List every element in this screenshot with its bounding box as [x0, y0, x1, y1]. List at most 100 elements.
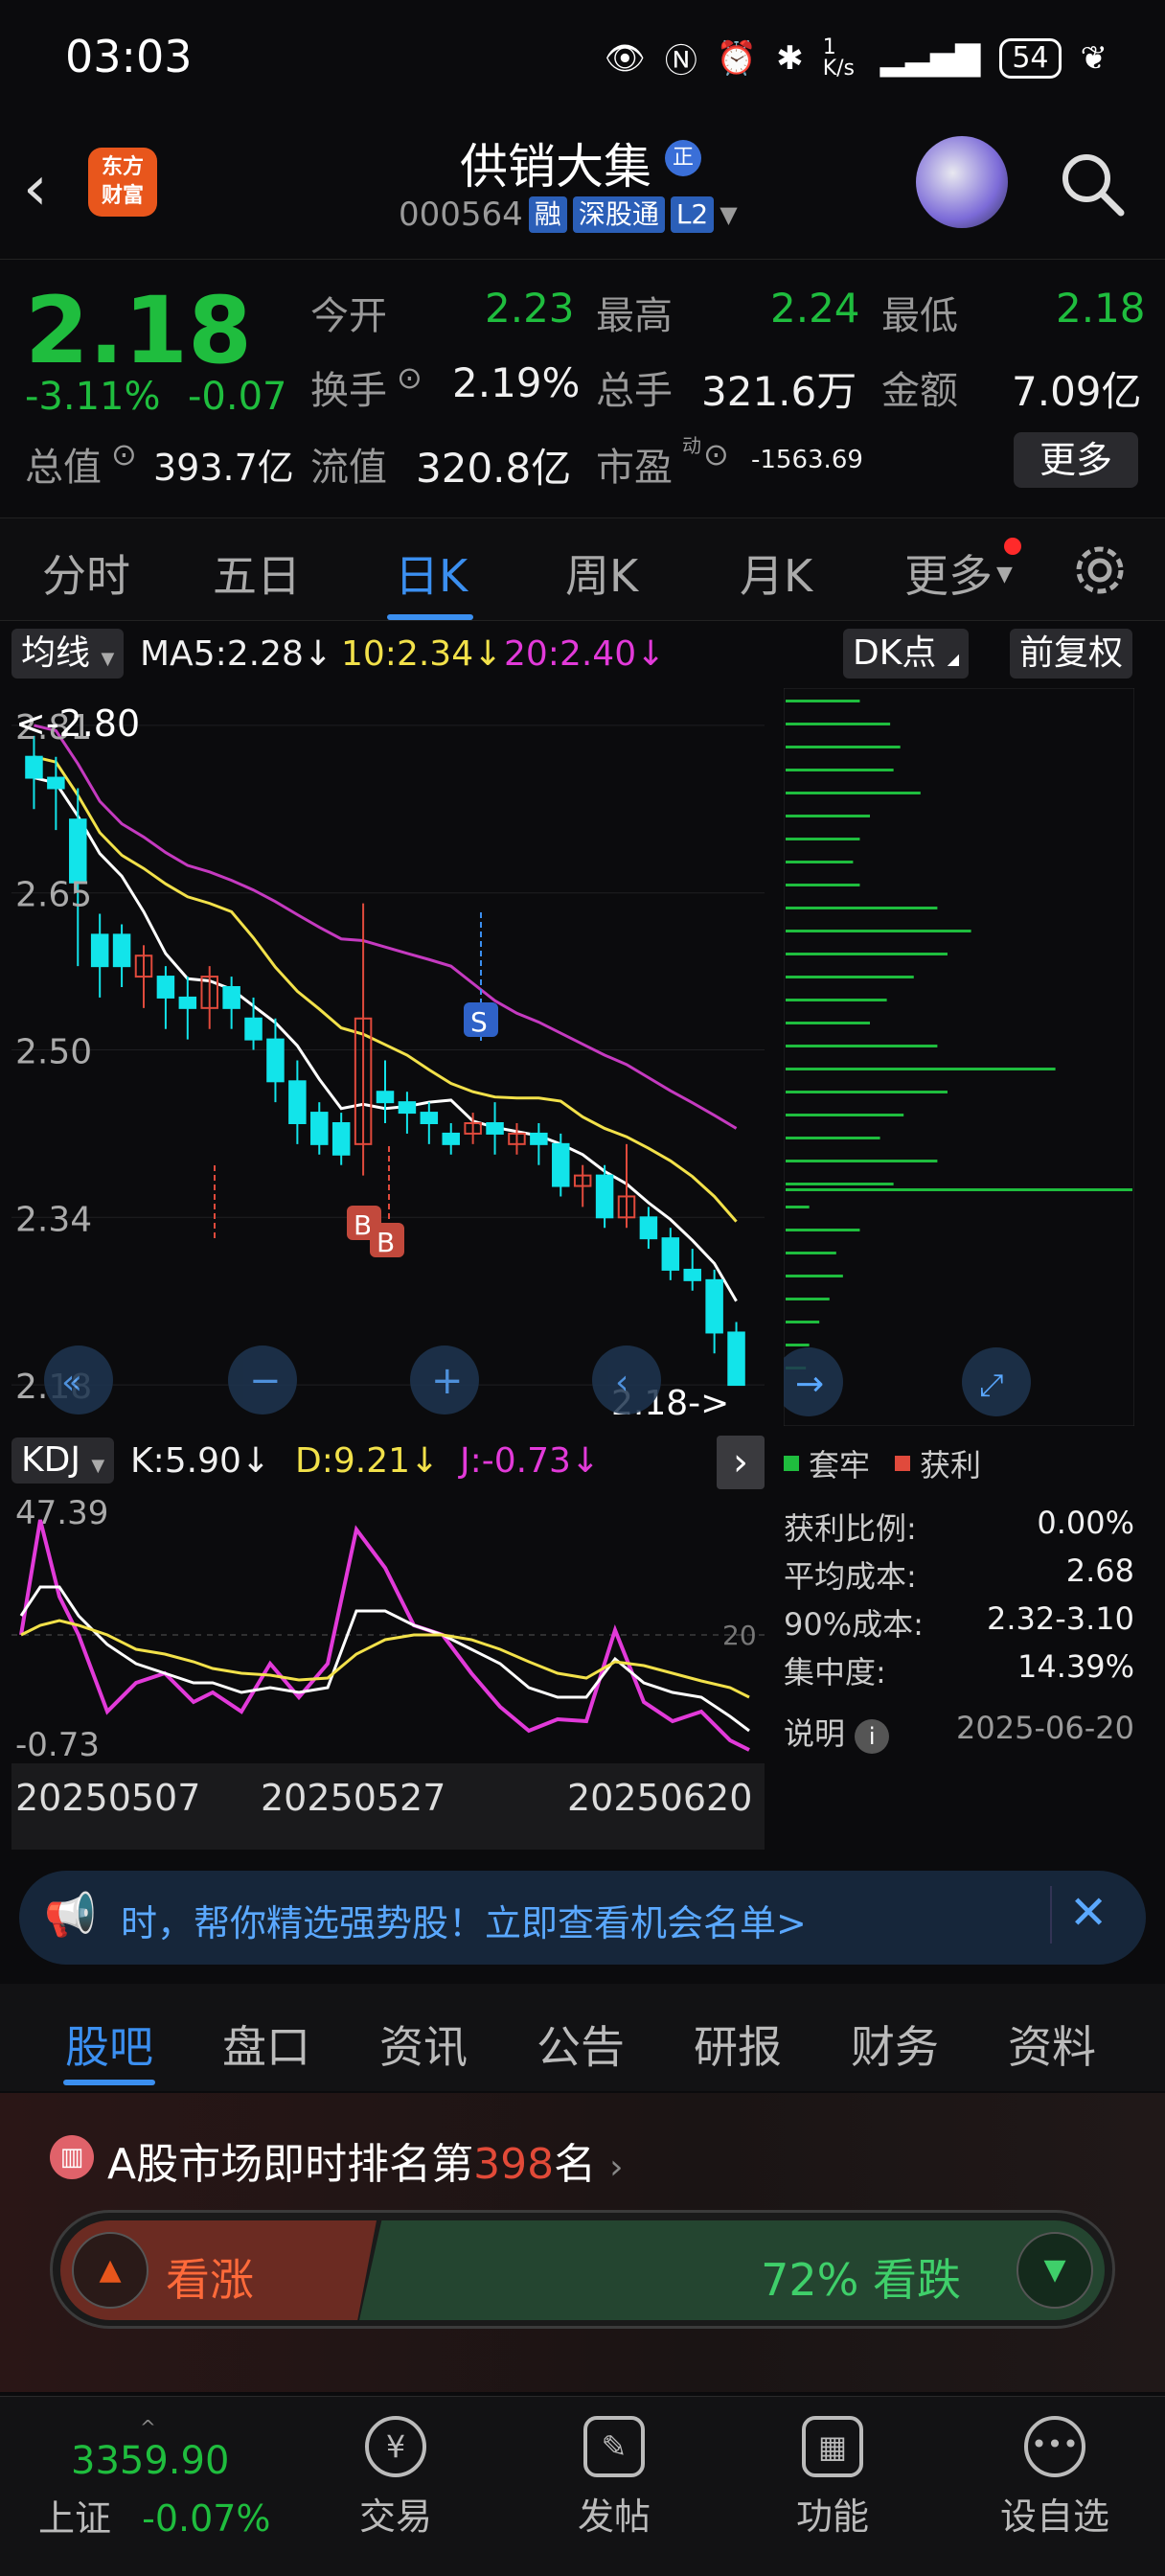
double-left-icon: «	[61, 1363, 82, 1402]
tab-forum[interactable]: 股吧	[65, 2012, 153, 2076]
kdj-j-value: J:-0.73↓	[460, 1441, 601, 1481]
chip-bar	[786, 1160, 938, 1162]
info-icon[interactable]: ⊙	[397, 359, 423, 396]
tab-finance[interactable]: 财务	[851, 2012, 939, 2076]
promo-banner[interactable]: 📢 时，帮你精选强势股！立即查看机会名单> ✕	[19, 1871, 1146, 1965]
dk-point-button[interactable]: DK点 ◢	[843, 629, 970, 678]
logo-line2: 财富	[101, 184, 144, 208]
vote-up-label: 看涨	[166, 2254, 254, 2306]
stat-row: 获利比例: 0.00%	[784, 1505, 1134, 1549]
tab-daily-k[interactable]: 日K	[395, 541, 468, 605]
chip-bar	[786, 792, 921, 794]
stat-value: 2.32-3.10	[986, 1600, 1134, 1637]
ma20-value: 20:2.40↓	[504, 634, 666, 674]
yuan-icon: ¥	[365, 2416, 426, 2477]
nav-functions[interactable]: ▦ 功能	[761, 2416, 904, 2540]
index-name: 上证	[38, 2497, 112, 2540]
nav-post[interactable]: ✎ 发帖	[542, 2416, 686, 2540]
open-value: 2.23	[485, 285, 575, 332]
tab-monthly-k[interactable]: 月K	[740, 541, 812, 605]
tab-orderbook[interactable]: 盘口	[222, 2012, 310, 2076]
index-ticker[interactable]: ^ 3359.90 上证 -0.07%	[38, 2416, 287, 2542]
max-price-label: <-2.80	[15, 702, 140, 745]
chip-bar	[786, 1091, 948, 1093]
tab-underline	[387, 614, 473, 620]
indicator-selector[interactable]: 均线 ▼	[11, 629, 125, 678]
chip-bar	[786, 1298, 830, 1300]
chevron-down-icon: ▼	[720, 201, 738, 228]
chevron-down-icon: ▼	[101, 649, 115, 669]
tab-5day[interactable]: 五日	[213, 541, 301, 605]
search-icon[interactable]	[1058, 150, 1127, 218]
low-value: 2.18	[1056, 285, 1146, 332]
edit-icon: ✎	[583, 2416, 645, 2477]
kdj-bar: KDJ ▼ K:5.90↓ D:9.21↓ J:-0.73↓ ›	[11, 1436, 765, 1489]
content-tabs: 股吧 盘口 资讯 公告 研报 财务 资料	[0, 1984, 1165, 2091]
nav-trade-label: 交易	[358, 2496, 432, 2538]
pe-value: -1563.69	[751, 446, 863, 474]
vote-down-button[interactable]: 72% 看跌 ▼	[359, 2220, 1105, 2320]
chip-distribution-chart[interactable]: → ⤢	[784, 688, 1134, 1426]
right-arrow-icon: →	[795, 1365, 824, 1404]
status-icons: 👁 Ⓝ ⏰ ✱ 1 K/s ▂▃▅▇ 54 ❦	[605, 34, 1108, 81]
status-bar: 03:03 👁 Ⓝ ⏰ ✱ 1 K/s ▂▃▅▇ 54 ❦	[0, 0, 1165, 115]
close-icon[interactable]: ✕	[1069, 1886, 1108, 1940]
robot-avatar-icon[interactable]	[916, 136, 1008, 228]
chip-bar	[786, 838, 860, 840]
stock-name: 供销大集	[460, 139, 651, 195]
tab-profile[interactable]: 资料	[1008, 2012, 1096, 2076]
mktcap-label: 总值	[25, 446, 102, 490]
settings-gear-icon[interactable]	[1071, 541, 1129, 599]
y-tick-label: 2.34	[15, 1200, 92, 1239]
turnover-value: 2.19%	[452, 359, 581, 406]
nav-watchlist[interactable]: ••• 设自选	[983, 2416, 1127, 2540]
amount-value: 7.09亿	[1012, 368, 1142, 415]
nav-post-label: 发帖	[577, 2496, 651, 2538]
vote-down-label: 72% 看跌	[761, 2254, 961, 2306]
kdj-selector[interactable]: KDJ ▼	[11, 1438, 115, 1484]
tab-intraday[interactable]: 分时	[42, 541, 130, 605]
tab-more-arrow-icon: ▼	[996, 563, 1013, 586]
more-button[interactable]: 更多	[1014, 432, 1138, 488]
back-arrow-icon[interactable]: ‹	[23, 153, 48, 224]
tag-l2: L2	[670, 196, 715, 233]
y-tick-label: 2.65	[15, 876, 92, 915]
chip-bar	[786, 930, 971, 932]
chip-bar	[786, 907, 938, 909]
low-label: 最低	[881, 294, 958, 338]
pe-sup: 动	[682, 434, 701, 457]
stock-code-row[interactable]: 000564 融 深股通 L2 ▼	[399, 196, 738, 234]
legend-hold-label: 套牢	[809, 1447, 871, 1484]
chevron-right-icon[interactable]: ›	[717, 1436, 765, 1489]
open-label: 今开	[310, 294, 387, 338]
chevron-left-icon: ‹	[615, 1363, 628, 1402]
chip-bar	[786, 861, 854, 863]
note-label: 说明	[784, 1715, 846, 1752]
market-rank[interactable]: A股市场即时排名第398名 ›	[107, 2129, 624, 2191]
chip-bar	[786, 1068, 1056, 1070]
chip-date: 2025-06-20	[956, 1710, 1134, 1746]
chip-bar	[786, 1229, 860, 1231]
plus-icon: +	[431, 1359, 464, 1403]
info-icon[interactable]: ⊙	[703, 436, 729, 472]
vote-up-button[interactable]: ▲ 看涨	[60, 2220, 377, 2320]
chip-bar	[786, 1252, 836, 1254]
app-logo: 东方 财富	[88, 148, 157, 217]
tab-more[interactable]: 更多	[904, 541, 993, 605]
stat-row: 90%成本: 2.32-3.10	[784, 1600, 1134, 1644]
nav-trade[interactable]: ¥ 交易	[324, 2416, 468, 2540]
tab-research[interactable]: 研报	[694, 2012, 782, 2076]
date-label: 20250620	[567, 1777, 753, 1819]
kdj-y-bottom: -0.73	[15, 1726, 100, 1760]
chip-bar	[786, 1114, 904, 1116]
megaphone-icon: 📢	[44, 1891, 97, 1940]
tab-announcements[interactable]: 公告	[537, 2012, 625, 2076]
stat-note-row[interactable]: 说明 i 2025-06-20	[784, 1710, 1134, 1754]
eye-icon: 👁	[604, 38, 646, 78]
info-icon[interactable]: ⊙	[111, 436, 137, 472]
adjust-button[interactable]: 前复权	[1010, 629, 1133, 678]
kdj-chart[interactable]: 47.39 -0.73 20	[11, 1491, 765, 1760]
candlestick-chart[interactable]: 2.812.652.502.342.18 <-2.80 2.18-> B B S…	[11, 686, 765, 1434]
tab-weekly-k[interactable]: 周K	[565, 541, 638, 605]
tab-news[interactable]: 资讯	[379, 2012, 468, 2076]
